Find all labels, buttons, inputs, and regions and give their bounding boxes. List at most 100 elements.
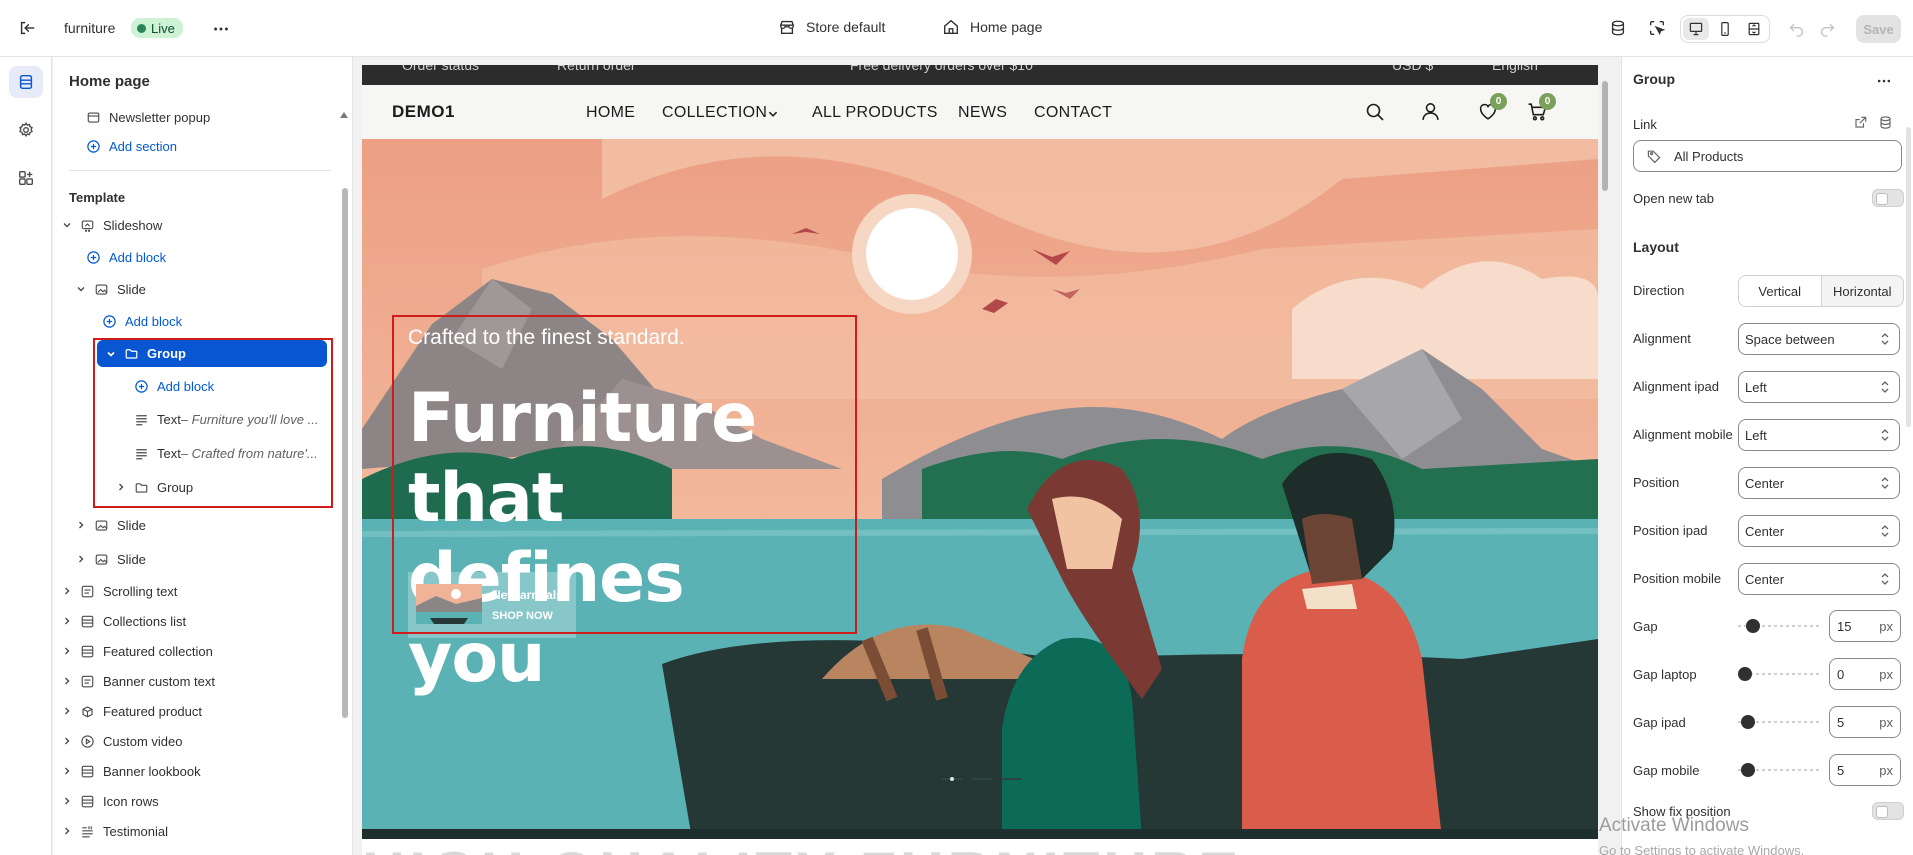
chevron-down-icon[interactable] xyxy=(75,283,87,295)
nav-link-news[interactable]: NEWS xyxy=(958,104,1007,122)
save-button[interactable]: Save xyxy=(1856,15,1901,43)
undo-icon[interactable] xyxy=(1788,20,1805,37)
sidebar-item-slide[interactable]: Slide xyxy=(75,275,330,303)
sidebar-item-text-2[interactable]: Text – Crafted from nature'... xyxy=(133,439,328,467)
announcement-order-status[interactable]: Order status xyxy=(402,65,479,73)
database-icon[interactable] xyxy=(1878,115,1893,130)
gap-slider[interactable] xyxy=(1738,618,1820,634)
database-icon[interactable] xyxy=(1609,19,1627,37)
settings-title: Group xyxy=(1633,71,1675,87)
apps-tab[interactable] xyxy=(9,162,43,194)
sidebar-item-banner-custom-text[interactable]: Banner custom text xyxy=(61,667,331,695)
sidebar-item-scrolling-text[interactable]: Scrolling text xyxy=(61,577,331,605)
inspector-icon[interactable] xyxy=(1648,19,1666,37)
gap-laptop-number-field[interactable]: 0 px xyxy=(1829,658,1901,690)
sidebar-item-icon-rows[interactable]: Icon rows xyxy=(61,787,331,815)
desktop-view-button[interactable] xyxy=(1682,18,1709,40)
theme-selector[interactable]: Store default xyxy=(778,18,885,36)
sidebar-item-featured-product[interactable]: Featured product xyxy=(61,697,331,725)
slider-knob[interactable] xyxy=(1741,763,1755,777)
sidebar-item-banner-lookbook[interactable]: Banner lookbook xyxy=(61,757,331,785)
position-select[interactable]: Center xyxy=(1738,467,1900,499)
language-selector[interactable]: English xyxy=(1492,65,1538,73)
sidebar-item-slide-3[interactable]: Slide xyxy=(75,545,330,573)
nav-link-all-products[interactable]: ALL PRODUCTS xyxy=(812,104,938,122)
more-icon[interactable] xyxy=(1876,73,1892,89)
chevron-down-icon[interactable] xyxy=(105,348,117,360)
sidebar-item-testimonial[interactable]: Testimonial xyxy=(61,817,331,845)
slider-knob[interactable] xyxy=(1738,667,1752,681)
alignment-select[interactable]: Space between xyxy=(1738,323,1900,355)
nav-link-collection[interactable]: COLLECTION xyxy=(662,104,767,122)
chevron-right-icon[interactable] xyxy=(61,585,73,597)
sidebar-item-text-1[interactable]: Text – Furniture you'll love ... xyxy=(133,405,328,433)
page-selector[interactable]: Home page xyxy=(942,18,1042,36)
sidebar-item-subgroup[interactable]: Group xyxy=(115,473,330,501)
external-link-icon[interactable] xyxy=(1853,115,1868,130)
sections-sidebar: Home page Newsletter popup Add section T… xyxy=(53,57,353,855)
account-icon[interactable] xyxy=(1420,101,1441,122)
scroll-up-icon[interactable] xyxy=(339,110,349,120)
more-icon[interactable] xyxy=(212,20,230,38)
position-ipad-select[interactable]: Center xyxy=(1738,515,1900,547)
redo-icon[interactable] xyxy=(1819,20,1836,37)
show-fix-position-toggle[interactable] xyxy=(1872,802,1904,820)
gap-mobile-number-field[interactable]: 5 px xyxy=(1829,754,1901,786)
add-block-button[interactable]: Add block xyxy=(85,243,325,271)
mobile-view-button[interactable] xyxy=(1712,18,1738,40)
slider-knob[interactable] xyxy=(1746,619,1760,633)
chevron-right-icon[interactable] xyxy=(75,553,87,565)
add-section-label: Add section xyxy=(109,138,177,154)
chevron-right-icon[interactable] xyxy=(115,481,127,493)
sidebar-item-slideshow[interactable]: Slideshow xyxy=(61,211,331,239)
add-block-button[interactable]: Add block xyxy=(101,307,326,335)
direction-vertical-option[interactable]: Vertical xyxy=(1739,276,1822,306)
exit-icon[interactable] xyxy=(18,19,36,37)
alignment-mobile-select[interactable]: Left xyxy=(1738,419,1900,451)
settings-scrollbar[interactable] xyxy=(1906,127,1911,427)
sidebar-item-slide-2[interactable]: Slide xyxy=(75,511,330,539)
gap-ipad-slider[interactable] xyxy=(1738,714,1820,730)
chevron-right-icon[interactable] xyxy=(61,705,73,717)
chevron-right-icon[interactable] xyxy=(61,795,73,807)
search-icon[interactable] xyxy=(1365,102,1385,122)
theme-settings-tab[interactable] xyxy=(9,114,43,146)
announcement-return-order[interactable]: Return order xyxy=(557,65,636,73)
chevron-right-icon[interactable] xyxy=(75,519,87,531)
gap-ipad-number-field[interactable]: 5 px xyxy=(1829,706,1901,738)
nav-link-home[interactable]: HOME xyxy=(586,104,635,122)
store-logo[interactable]: DEMO1 xyxy=(392,102,455,122)
alignment-ipad-select[interactable]: Left xyxy=(1738,371,1900,403)
chevron-right-icon[interactable] xyxy=(61,615,73,627)
sidebar-item-custom-video[interactable]: Custom video xyxy=(61,727,331,755)
chevron-right-icon[interactable] xyxy=(61,825,73,837)
open-new-tab-toggle[interactable] xyxy=(1872,189,1904,207)
sidebar-scrollbar[interactable] xyxy=(342,188,348,718)
sidebar-item-collections-list[interactable]: Collections list xyxy=(61,607,331,635)
gap-number-field[interactable]: 15 px xyxy=(1829,610,1901,642)
add-block-button[interactable]: Add block xyxy=(133,372,328,400)
gap-mobile-slider[interactable] xyxy=(1738,762,1820,778)
add-section-button[interactable]: Add section xyxy=(85,132,325,160)
chevron-down-icon[interactable] xyxy=(61,219,73,231)
preview-scrollbar[interactable] xyxy=(1602,81,1608,191)
chevron-right-icon[interactable] xyxy=(61,765,73,777)
link-field[interactable]: All Products xyxy=(1633,140,1902,172)
fullscreen-view-button[interactable] xyxy=(1741,18,1767,40)
text-icon xyxy=(133,411,149,427)
direction-horizontal-option[interactable]: Horizontal xyxy=(1822,276,1904,306)
sections-tab[interactable] xyxy=(9,66,43,98)
sidebar-item-featured-collection[interactable]: Featured collection xyxy=(61,637,331,665)
currency-selector[interactable]: USD $ xyxy=(1392,65,1433,73)
list-section-icon xyxy=(79,793,95,809)
sidebar-item-group-selected[interactable]: Group xyxy=(97,340,327,367)
chevron-right-icon[interactable] xyxy=(61,675,73,687)
annotation-highlight-box-preview xyxy=(392,315,857,634)
position-mobile-select[interactable]: Center xyxy=(1738,563,1900,595)
slider-knob[interactable] xyxy=(1741,715,1755,729)
nav-link-contact[interactable]: CONTACT xyxy=(1034,104,1112,122)
chevron-right-icon[interactable] xyxy=(61,645,73,657)
sidebar-item-newsletter-popup[interactable]: Newsletter popup xyxy=(85,103,325,131)
chevron-right-icon[interactable] xyxy=(61,735,73,747)
gap-laptop-slider[interactable] xyxy=(1738,666,1820,682)
